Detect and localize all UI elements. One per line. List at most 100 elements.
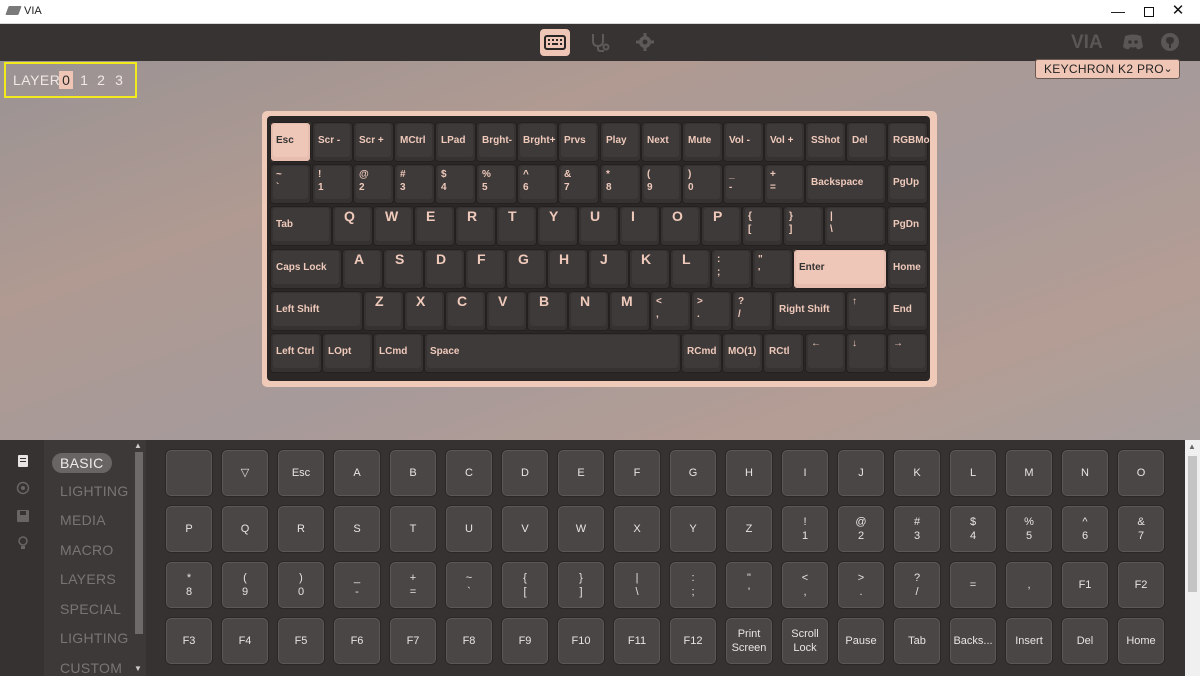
window-scrollbar[interactable]: ▲: [1185, 440, 1200, 676]
keyboard-key[interactable]: Vol -: [723, 122, 764, 162]
keyboard-key[interactable]: Brght-: [476, 122, 517, 162]
keyboard-key[interactable]: Caps Lock: [270, 249, 342, 289]
layer-0-button[interactable]: 0: [59, 71, 73, 89]
keycode-button[interactable]: F9: [501, 617, 549, 665]
keycode-button[interactable]: : ;: [669, 561, 717, 609]
keyboard-key[interactable]: " ': [752, 249, 793, 289]
keyboard-key[interactable]: { [: [742, 206, 783, 246]
layer-1-button[interactable]: 1: [77, 71, 91, 89]
keycode-button[interactable]: Scroll Lock: [781, 617, 829, 665]
keyboard-key[interactable]: Scr -: [312, 122, 353, 162]
keyboard-key[interactable]: ) 0: [682, 164, 723, 204]
keycode-button[interactable]: R: [277, 505, 325, 553]
keycode-button[interactable]: ? /: [893, 561, 941, 609]
category-item[interactable]: MACRO: [60, 542, 114, 558]
keycode-button[interactable]: M: [1005, 449, 1053, 497]
keycode-button[interactable]: ( 9: [221, 561, 269, 609]
keyboard-key[interactable]: Z: [363, 291, 404, 331]
keycode-button[interactable]: F8: [445, 617, 493, 665]
keyboard-key[interactable]: →: [887, 333, 928, 373]
keycode-button[interactable]: ^ 6: [1061, 505, 1109, 553]
keycode-button[interactable]: V: [501, 505, 549, 553]
keyboard-key[interactable]: Left Ctrl: [270, 333, 322, 373]
keycode-button[interactable]: Esc: [277, 449, 325, 497]
keycode-button[interactable]: F1: [1061, 561, 1109, 609]
keyboard-key[interactable]: Backspace: [805, 164, 886, 204]
category-item[interactable]: CUSTOM: [60, 660, 122, 676]
keyboard-key[interactable]: Mute: [682, 122, 723, 162]
keyboard-key[interactable]: L: [670, 249, 711, 289]
keyboard-key[interactable]: U: [578, 206, 619, 246]
keyboard-key[interactable]: MO(1): [722, 333, 763, 373]
keycode-button[interactable]: Home: [1117, 617, 1165, 665]
keycode-button[interactable]: Del: [1061, 617, 1109, 665]
keyboard-key[interactable]: O: [660, 206, 701, 246]
scroll-up-arrow-icon[interactable]: ▲: [1188, 442, 1196, 451]
keyboard-key[interactable]: < ,: [650, 291, 691, 331]
keycode-button[interactable]: Backs...: [949, 617, 997, 665]
keycode-button[interactable]: D: [501, 449, 549, 497]
keyboard-key[interactable]: H: [547, 249, 588, 289]
keyboard-key[interactable]: Next: [641, 122, 682, 162]
keycode-button[interactable]: F: [613, 449, 661, 497]
keycode-button[interactable]: T: [389, 505, 437, 553]
keyboard-key[interactable]: } ]: [783, 206, 824, 246]
keyboard-key[interactable]: ←: [805, 333, 846, 373]
keycode-button[interactable]: F11: [613, 617, 661, 665]
keycode-button[interactable]: * 8: [165, 561, 213, 609]
keycode-button[interactable]: % 5: [1005, 505, 1053, 553]
keycode-button[interactable]: L: [949, 449, 997, 497]
keycode-button[interactable]: | \: [613, 561, 661, 609]
keycode-button[interactable]: ▽: [221, 449, 269, 497]
keycode-button[interactable]: =: [949, 561, 997, 609]
keyboard-key[interactable]: ^ 6: [517, 164, 558, 204]
keycode-button[interactable]: ) 0: [277, 561, 325, 609]
keyboard-key[interactable]: Prvs: [558, 122, 599, 162]
keycode-button[interactable]: W: [557, 505, 605, 553]
keyboard-key[interactable]: K: [629, 249, 670, 289]
keyboard-key[interactable]: R: [455, 206, 496, 246]
keycode-button[interactable]: P: [165, 505, 213, 553]
keyboard-key[interactable]: | \: [824, 206, 886, 246]
keyboard-key[interactable]: RCtl: [763, 333, 804, 373]
keyboard-key[interactable]: Enter: [793, 249, 887, 289]
close-button[interactable]: ✕: [1160, 0, 1196, 24]
keyboard-key[interactable]: ( 9: [641, 164, 682, 204]
keycode-button[interactable]: # 3: [893, 505, 941, 553]
keycode-button[interactable]: F5: [277, 617, 325, 665]
keyboard-key[interactable]: Vol +: [764, 122, 805, 162]
keyboard-key[interactable]: ? /: [732, 291, 773, 331]
keycode-button[interactable]: Pause: [837, 617, 885, 665]
keycode-button[interactable]: X: [613, 505, 661, 553]
keyboard-key[interactable]: ~ `: [270, 164, 311, 204]
keycode-button[interactable]: > .: [837, 561, 885, 609]
category-item[interactable]: SPECIAL: [60, 601, 121, 617]
keyboard-key[interactable]: # 3: [394, 164, 435, 204]
keyboard-key[interactable]: G: [506, 249, 547, 289]
keyboard-key[interactable]: RGBMod: [887, 122, 936, 162]
keycode-button[interactable]: B: [389, 449, 437, 497]
keyboard-key[interactable]: * 8: [600, 164, 641, 204]
category-item[interactable]: MEDIA: [60, 512, 106, 528]
keyboard-key[interactable]: PgUp: [887, 164, 928, 204]
keycode-button[interactable]: ! 1: [781, 505, 829, 553]
scrollbar-thumb[interactable]: [135, 452, 143, 634]
keyboard-key[interactable]: V: [486, 291, 527, 331]
keycode-button[interactable]: F10: [557, 617, 605, 665]
keyboard-key[interactable]: ↓: [846, 333, 887, 373]
keyboard-key[interactable]: I: [619, 206, 660, 246]
keyboard-key[interactable]: Play: [600, 122, 641, 162]
keyboard-key[interactable]: X: [404, 291, 445, 331]
layer-2-button[interactable]: 2: [94, 71, 108, 89]
keyboard-key[interactable]: Esc: [270, 122, 311, 162]
keyboard-key[interactable]: N: [568, 291, 609, 331]
keycode-button[interactable]: [165, 449, 213, 497]
scroll-up-arrow-icon[interactable]: ▲: [134, 441, 142, 450]
github-icon[interactable]: [1160, 32, 1180, 52]
keyboard-key[interactable]: D: [424, 249, 465, 289]
keycode-button[interactable]: Q: [221, 505, 269, 553]
keyboard-model-select[interactable]: KEYCHRON K2 PRO ⌄: [1035, 59, 1180, 79]
configure-tab[interactable]: [540, 29, 570, 56]
keyboard-key[interactable]: Brght+: [517, 122, 558, 162]
keyboard-key[interactable]: S: [383, 249, 424, 289]
